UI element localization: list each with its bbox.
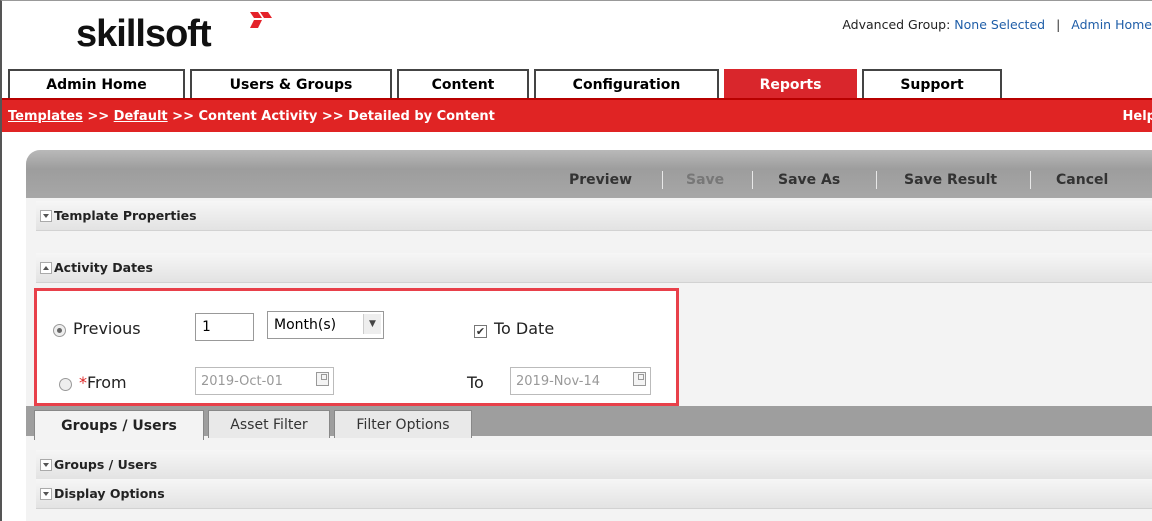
subtab-asset-filter[interactable]: Asset Filter	[208, 410, 330, 438]
section-title: Groups / Users	[54, 457, 158, 472]
breadcrumb-separator: >>	[172, 108, 194, 124]
advanced-group-link[interactable]: None Selected	[954, 17, 1045, 32]
section-activity-dates[interactable]: Activity Dates	[36, 253, 1152, 283]
tab-admin-home[interactable]: Admin Home	[8, 69, 185, 98]
period-select-value: Month(s)	[274, 317, 337, 333]
to-date-checkbox[interactable]: ✔	[474, 325, 487, 338]
breadcrumb-templates-link[interactable]: Templates	[8, 109, 83, 124]
required-marker: *	[79, 373, 87, 392]
from-date-value: 2019-Oct-01	[201, 373, 283, 389]
from-date-input[interactable]: 2019-Oct-01	[195, 367, 334, 395]
toolbar-divider	[876, 171, 877, 189]
section-groups-users[interactable]: Groups / Users	[36, 450, 1152, 480]
previous-count-input[interactable]: 1	[195, 313, 254, 341]
expand-icon	[40, 209, 52, 222]
section-template-properties[interactable]: Template Properties	[36, 201, 1152, 231]
section-title: Activity Dates	[54, 260, 153, 275]
tab-support[interactable]: Support	[862, 69, 1002, 98]
preview-button[interactable]: Preview	[569, 172, 632, 188]
subtab-filter-options[interactable]: Filter Options	[334, 410, 472, 438]
from-radio[interactable]	[59, 378, 72, 391]
collapse-icon	[40, 261, 52, 274]
header-separator: |	[1056, 17, 1061, 32]
to-date-label: To Date	[494, 319, 555, 338]
admin-home-link[interactable]: Admin Home	[1071, 17, 1152, 32]
breadcrumb-separator: >>	[321, 108, 344, 124]
expand-icon	[40, 458, 52, 471]
skillsoft-logo: skillsoft	[76, 13, 212, 55]
section-title: Display Options	[54, 486, 165, 501]
to-date-input[interactable]: 2019-Nov-14	[510, 367, 651, 395]
breadcrumb-default-link[interactable]: Default	[114, 109, 168, 124]
breadcrumb: Templates >> Default >> Content Activity…	[2, 98, 1152, 132]
main-tabs: Admin Home Users & Groups Content Config…	[8, 66, 1007, 98]
chevron-down-icon: ▼	[363, 314, 381, 334]
section-display-options[interactable]: Display Options	[36, 479, 1152, 509]
from-label-text: From	[87, 373, 127, 392]
activity-dates-form: Previous 1 Month(s) ▼ ✔ To Date *From 20…	[34, 288, 679, 406]
tab-configuration[interactable]: Configuration	[534, 69, 719, 98]
breadcrumb-separator: >>	[87, 108, 110, 124]
toolbar-divider	[752, 171, 753, 189]
help-link[interactable]: Help	[1123, 109, 1152, 124]
breadcrumb-content-activity: Content Activity	[198, 108, 318, 124]
previous-label: Previous	[73, 319, 141, 338]
calendar-icon[interactable]	[316, 372, 329, 386]
to-date-value: 2019-Nov-14	[516, 373, 601, 389]
section-title: Template Properties	[54, 208, 197, 223]
tab-content[interactable]: Content	[397, 69, 529, 98]
save-result-button[interactable]: Save Result	[904, 172, 997, 188]
calendar-icon[interactable]	[633, 372, 646, 386]
tab-reports[interactable]: Reports	[724, 69, 857, 98]
toolbar-divider	[1030, 171, 1031, 189]
subtab-bar: Groups / Users Asset Filter Filter Optio…	[26, 406, 1152, 440]
period-select[interactable]: Month(s) ▼	[267, 311, 384, 339]
to-label: To	[467, 373, 484, 392]
tab-users-groups[interactable]: Users & Groups	[190, 69, 392, 98]
breadcrumb-current: Detailed by Content	[348, 108, 495, 124]
from-label: *From	[79, 373, 127, 392]
save-button[interactable]: Save	[686, 172, 724, 188]
expand-icon	[40, 487, 52, 500]
report-toolbar: Preview Save Save As Save Result Cancel	[26, 150, 1152, 198]
advanced-group-label: Advanced Group:	[842, 17, 951, 32]
toolbar-divider	[662, 171, 663, 189]
header-user-info: Advanced Group: None Selected | Admin Ho…	[842, 17, 1152, 32]
cancel-button[interactable]: Cancel	[1056, 172, 1108, 188]
logo-arrow-icon	[250, 12, 272, 28]
previous-radio[interactable]	[53, 324, 66, 337]
subtab-groups-users[interactable]: Groups / Users	[34, 410, 204, 440]
save-as-button[interactable]: Save As	[778, 172, 840, 188]
